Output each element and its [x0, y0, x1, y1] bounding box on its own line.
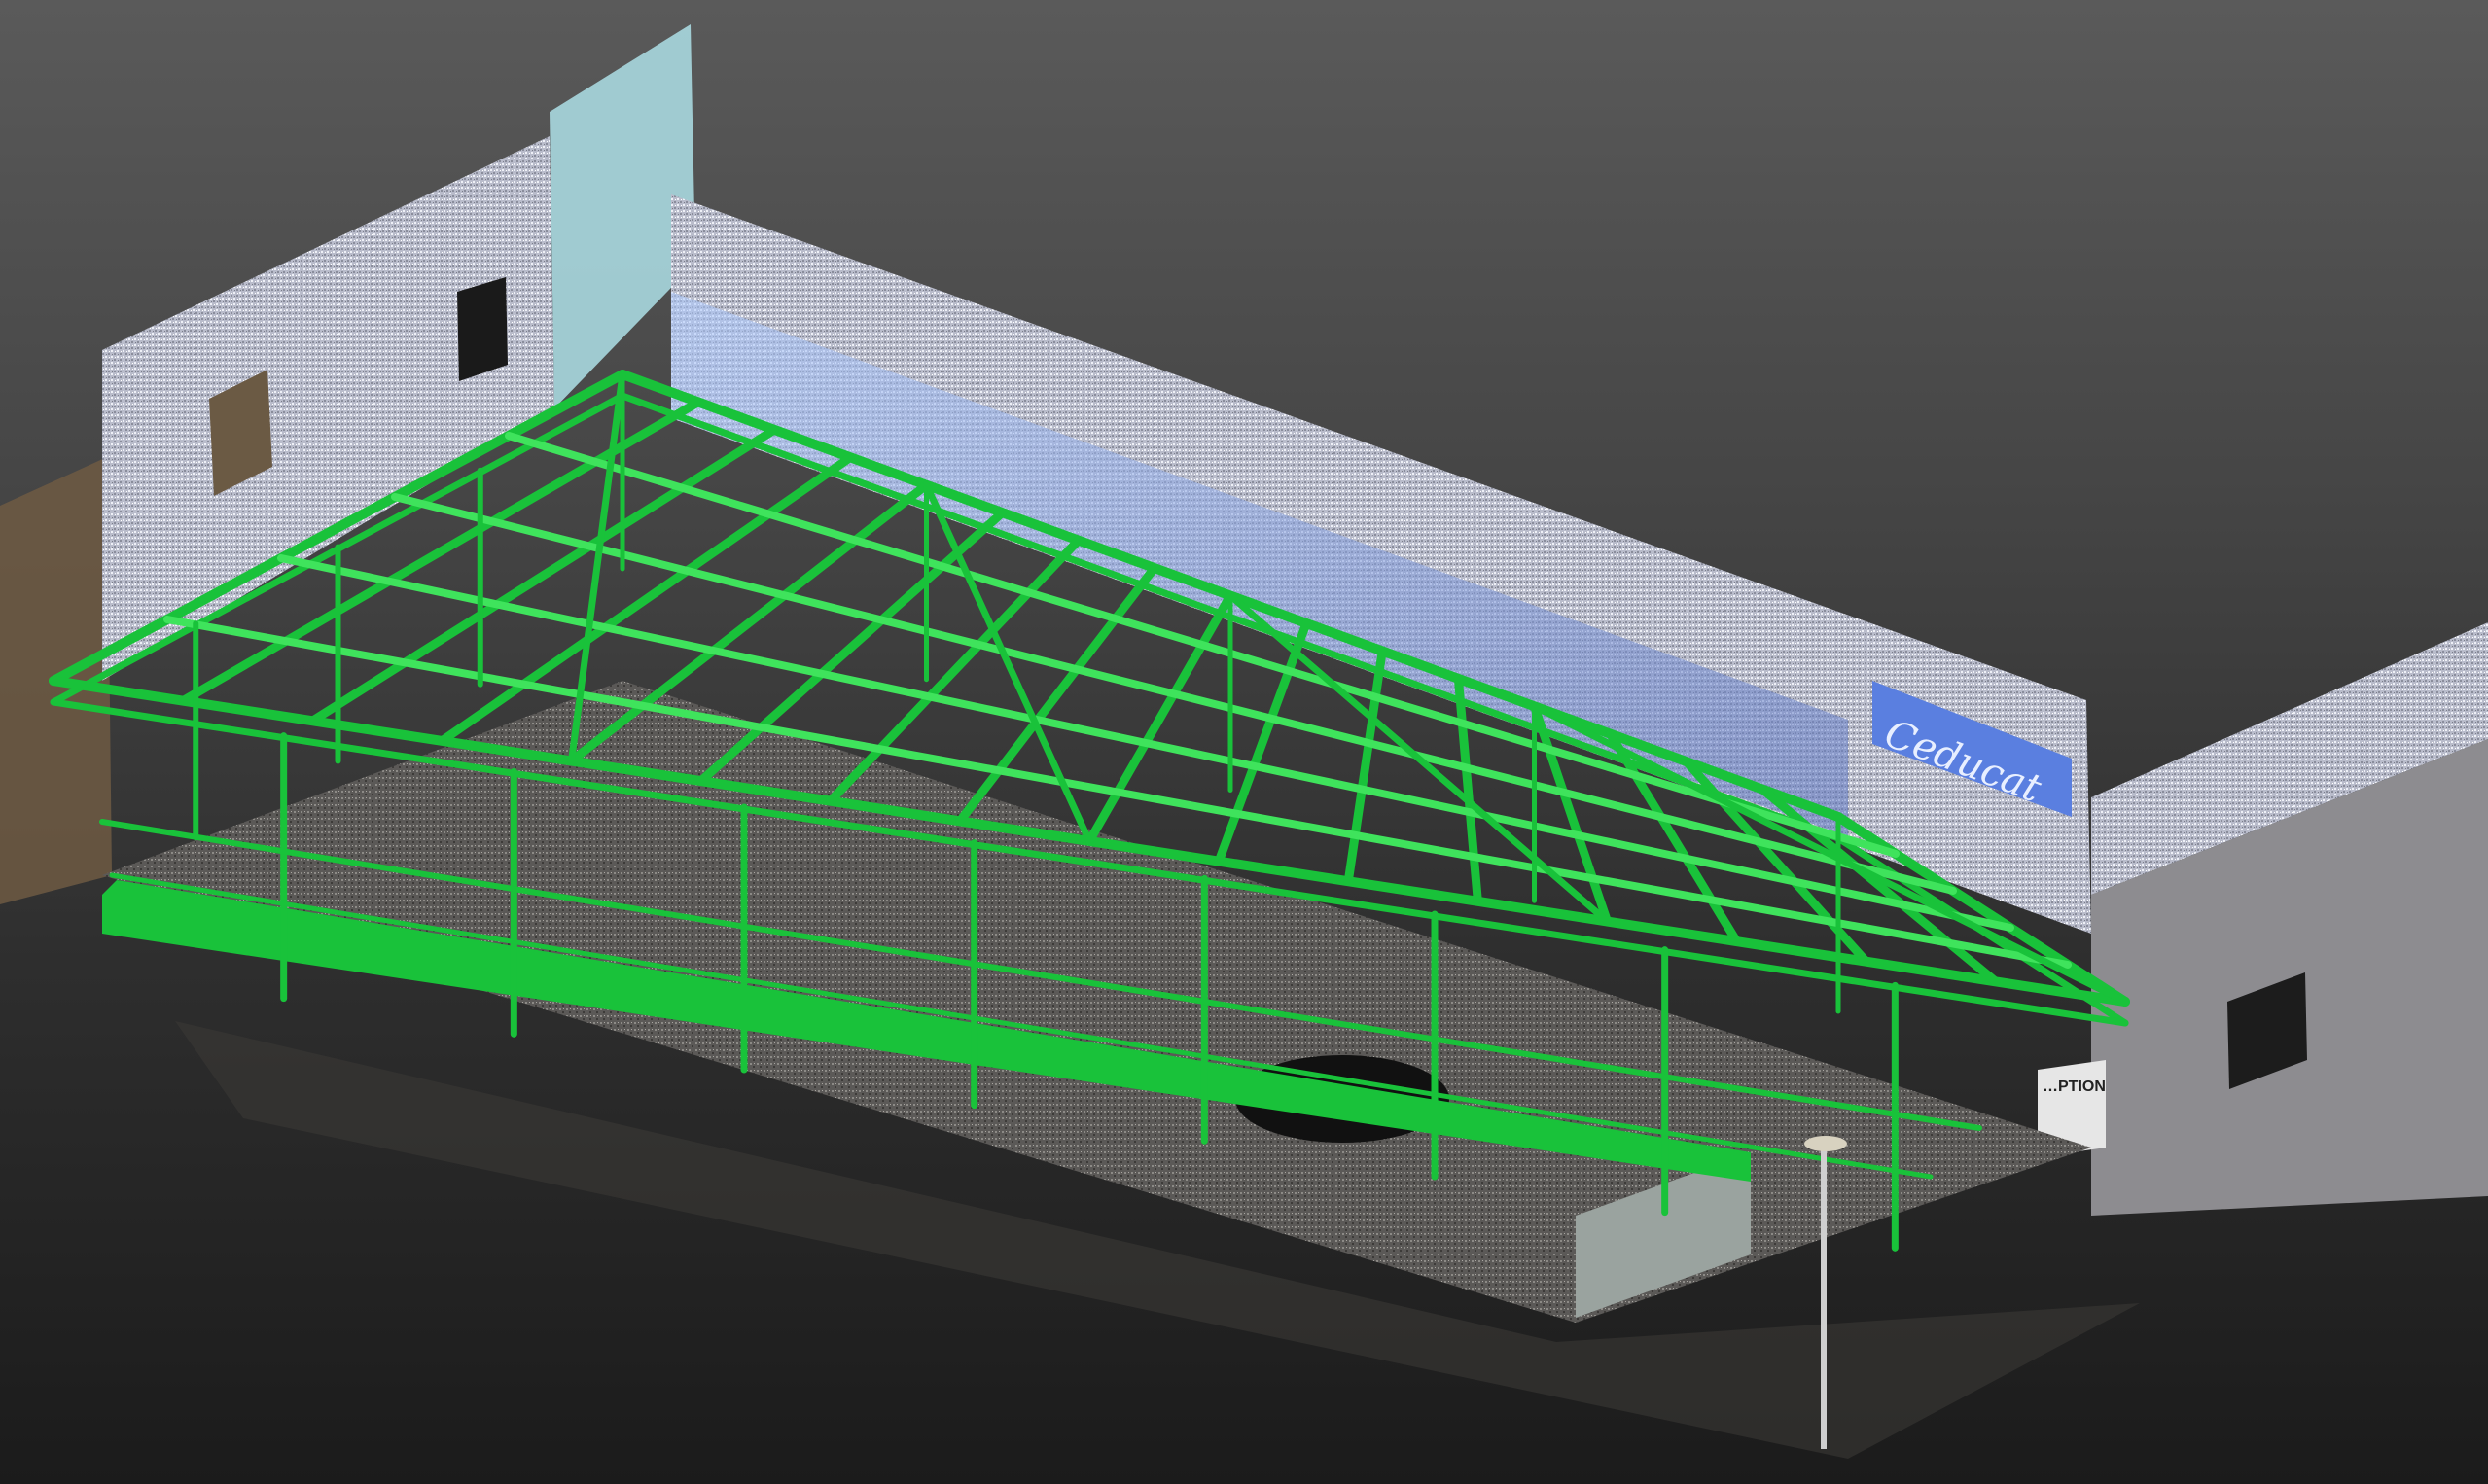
purlin-11: [1453, 674, 1482, 906]
purlin-10: [1343, 646, 1387, 886]
point-cloud-viewport[interactable]: Ceducat …PTION: [0, 0, 2488, 1484]
info-sign-text: …PTION: [2043, 1078, 2106, 1095]
point-cloud-scene[interactable]: Ceducat …PTION: [0, 0, 2488, 1484]
wall-window-2: [457, 277, 508, 381]
lamp-head: [1804, 1136, 1847, 1151]
